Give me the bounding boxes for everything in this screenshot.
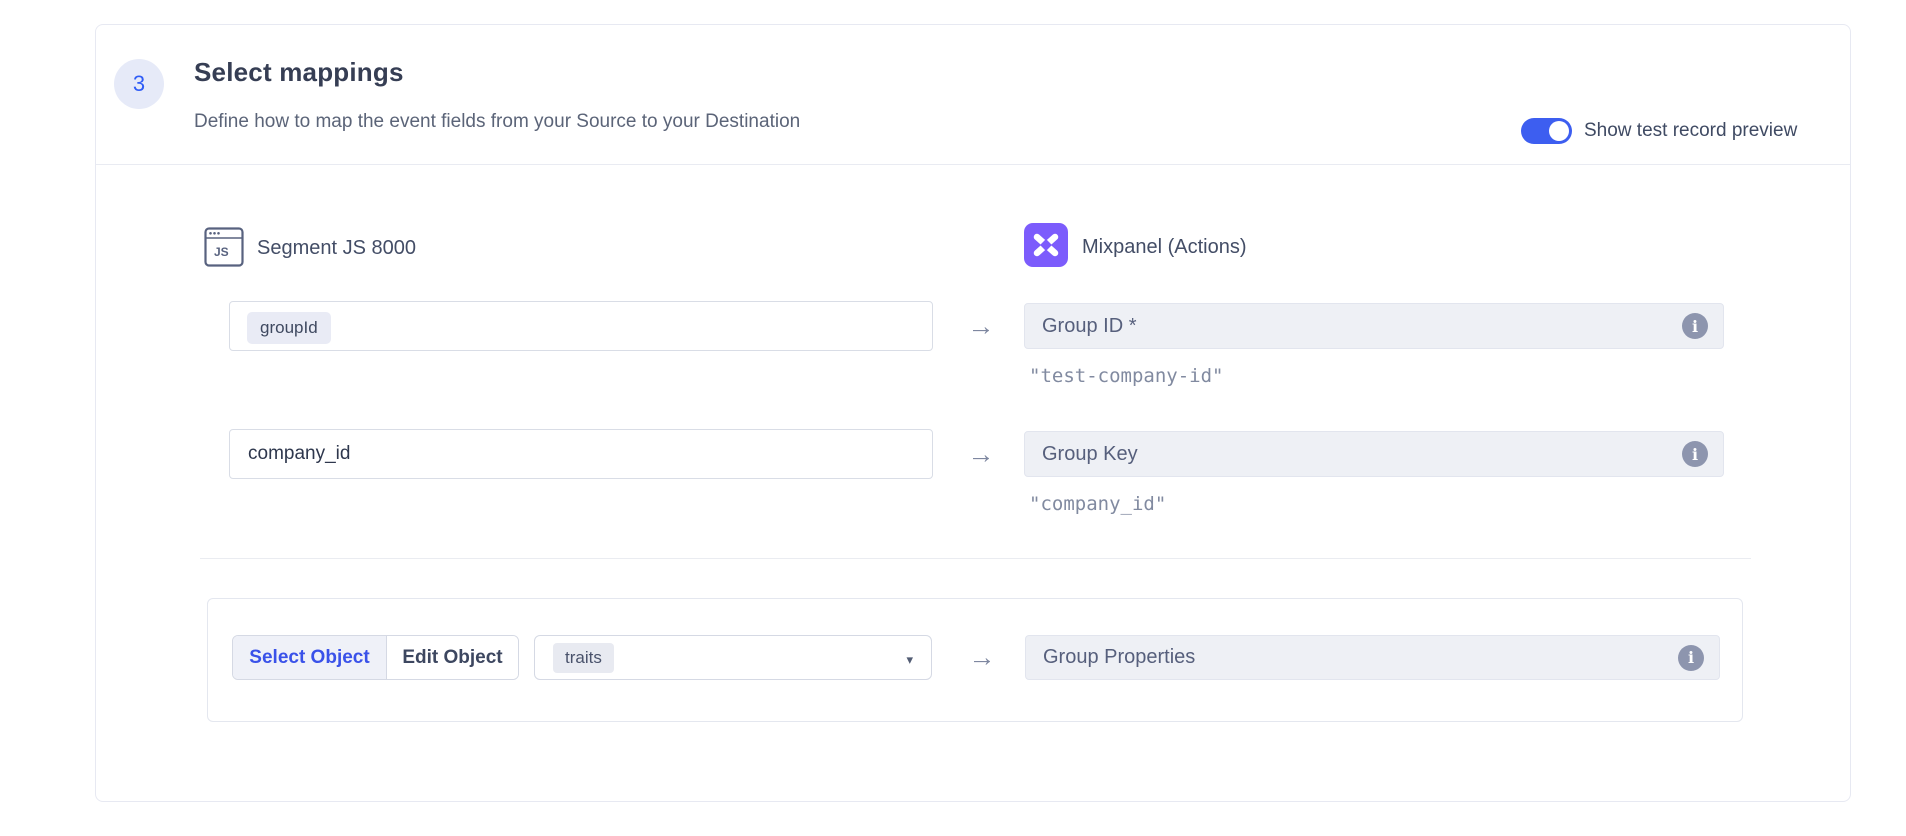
dest-field-group-properties: Group Properties i — [1025, 635, 1720, 680]
toggle-knob — [1549, 121, 1569, 141]
page-subtitle: Define how to map the event fields from … — [194, 111, 800, 133]
object-source-token: traits — [553, 643, 614, 673]
source-field-input-groupid[interactable]: groupId — [229, 301, 933, 351]
toggle-label: Show test record preview — [1584, 118, 1797, 144]
destination-name: Mixpanel (Actions) — [1082, 236, 1247, 259]
mixpanel-icon — [1024, 223, 1068, 272]
select-object-button[interactable]: Select Object — [233, 636, 386, 679]
svg-text:JS: JS — [214, 245, 229, 259]
test-record-preview-value: "test-company-id" — [1029, 365, 1223, 387]
mapping-arrow-icon: → — [958, 429, 1004, 479]
info-icon[interactable]: i — [1678, 645, 1704, 671]
browser-js-icon: JS — [204, 225, 244, 272]
dest-field-label: Group Key — [1042, 443, 1138, 466]
show-test-record-preview-toggle[interactable] — [1521, 118, 1572, 144]
step-number-badge: 3 — [114, 59, 164, 109]
dest-field-group-id: Group ID * i — [1024, 303, 1724, 349]
object-source-dropdown[interactable]: traits ▾ — [534, 635, 932, 680]
edit-object-button[interactable]: Edit Object — [386, 636, 518, 679]
mapping-arrow-icon: → — [959, 635, 1005, 680]
test-record-preview-value: "company_id" — [1029, 493, 1166, 515]
source-field-input-company-id[interactable]: company_id — [229, 429, 933, 479]
select-mappings-card: 3 Select mappings Define how to map the … — [95, 24, 1851, 802]
object-mapping-card: Select Object Edit Object traits ▾ → Gro… — [207, 598, 1743, 722]
dest-field-group-key: Group Key i — [1024, 431, 1724, 477]
dest-field-label: Group ID * — [1042, 315, 1136, 338]
info-icon[interactable]: i — [1682, 441, 1708, 467]
source-field-token[interactable]: groupId — [247, 312, 331, 344]
section-divider — [200, 558, 1751, 559]
source-name: Segment JS 8000 — [257, 237, 416, 260]
chevron-down-icon: ▾ — [906, 652, 913, 668]
page-title: Select mappings — [194, 57, 404, 88]
page: 3 Select mappings Define how to map the … — [0, 0, 1906, 836]
source-header: JS Segment JS 8000 — [204, 225, 416, 272]
destination-header: Mixpanel (Actions) — [1024, 223, 1247, 272]
dest-field-label: Group Properties — [1043, 646, 1195, 669]
info-icon[interactable]: i — [1682, 313, 1708, 339]
mapping-arrow-icon: → — [958, 301, 1004, 351]
object-mode-button-group: Select Object Edit Object — [232, 635, 519, 680]
card-header: 3 Select mappings Define how to map the … — [96, 25, 1850, 165]
